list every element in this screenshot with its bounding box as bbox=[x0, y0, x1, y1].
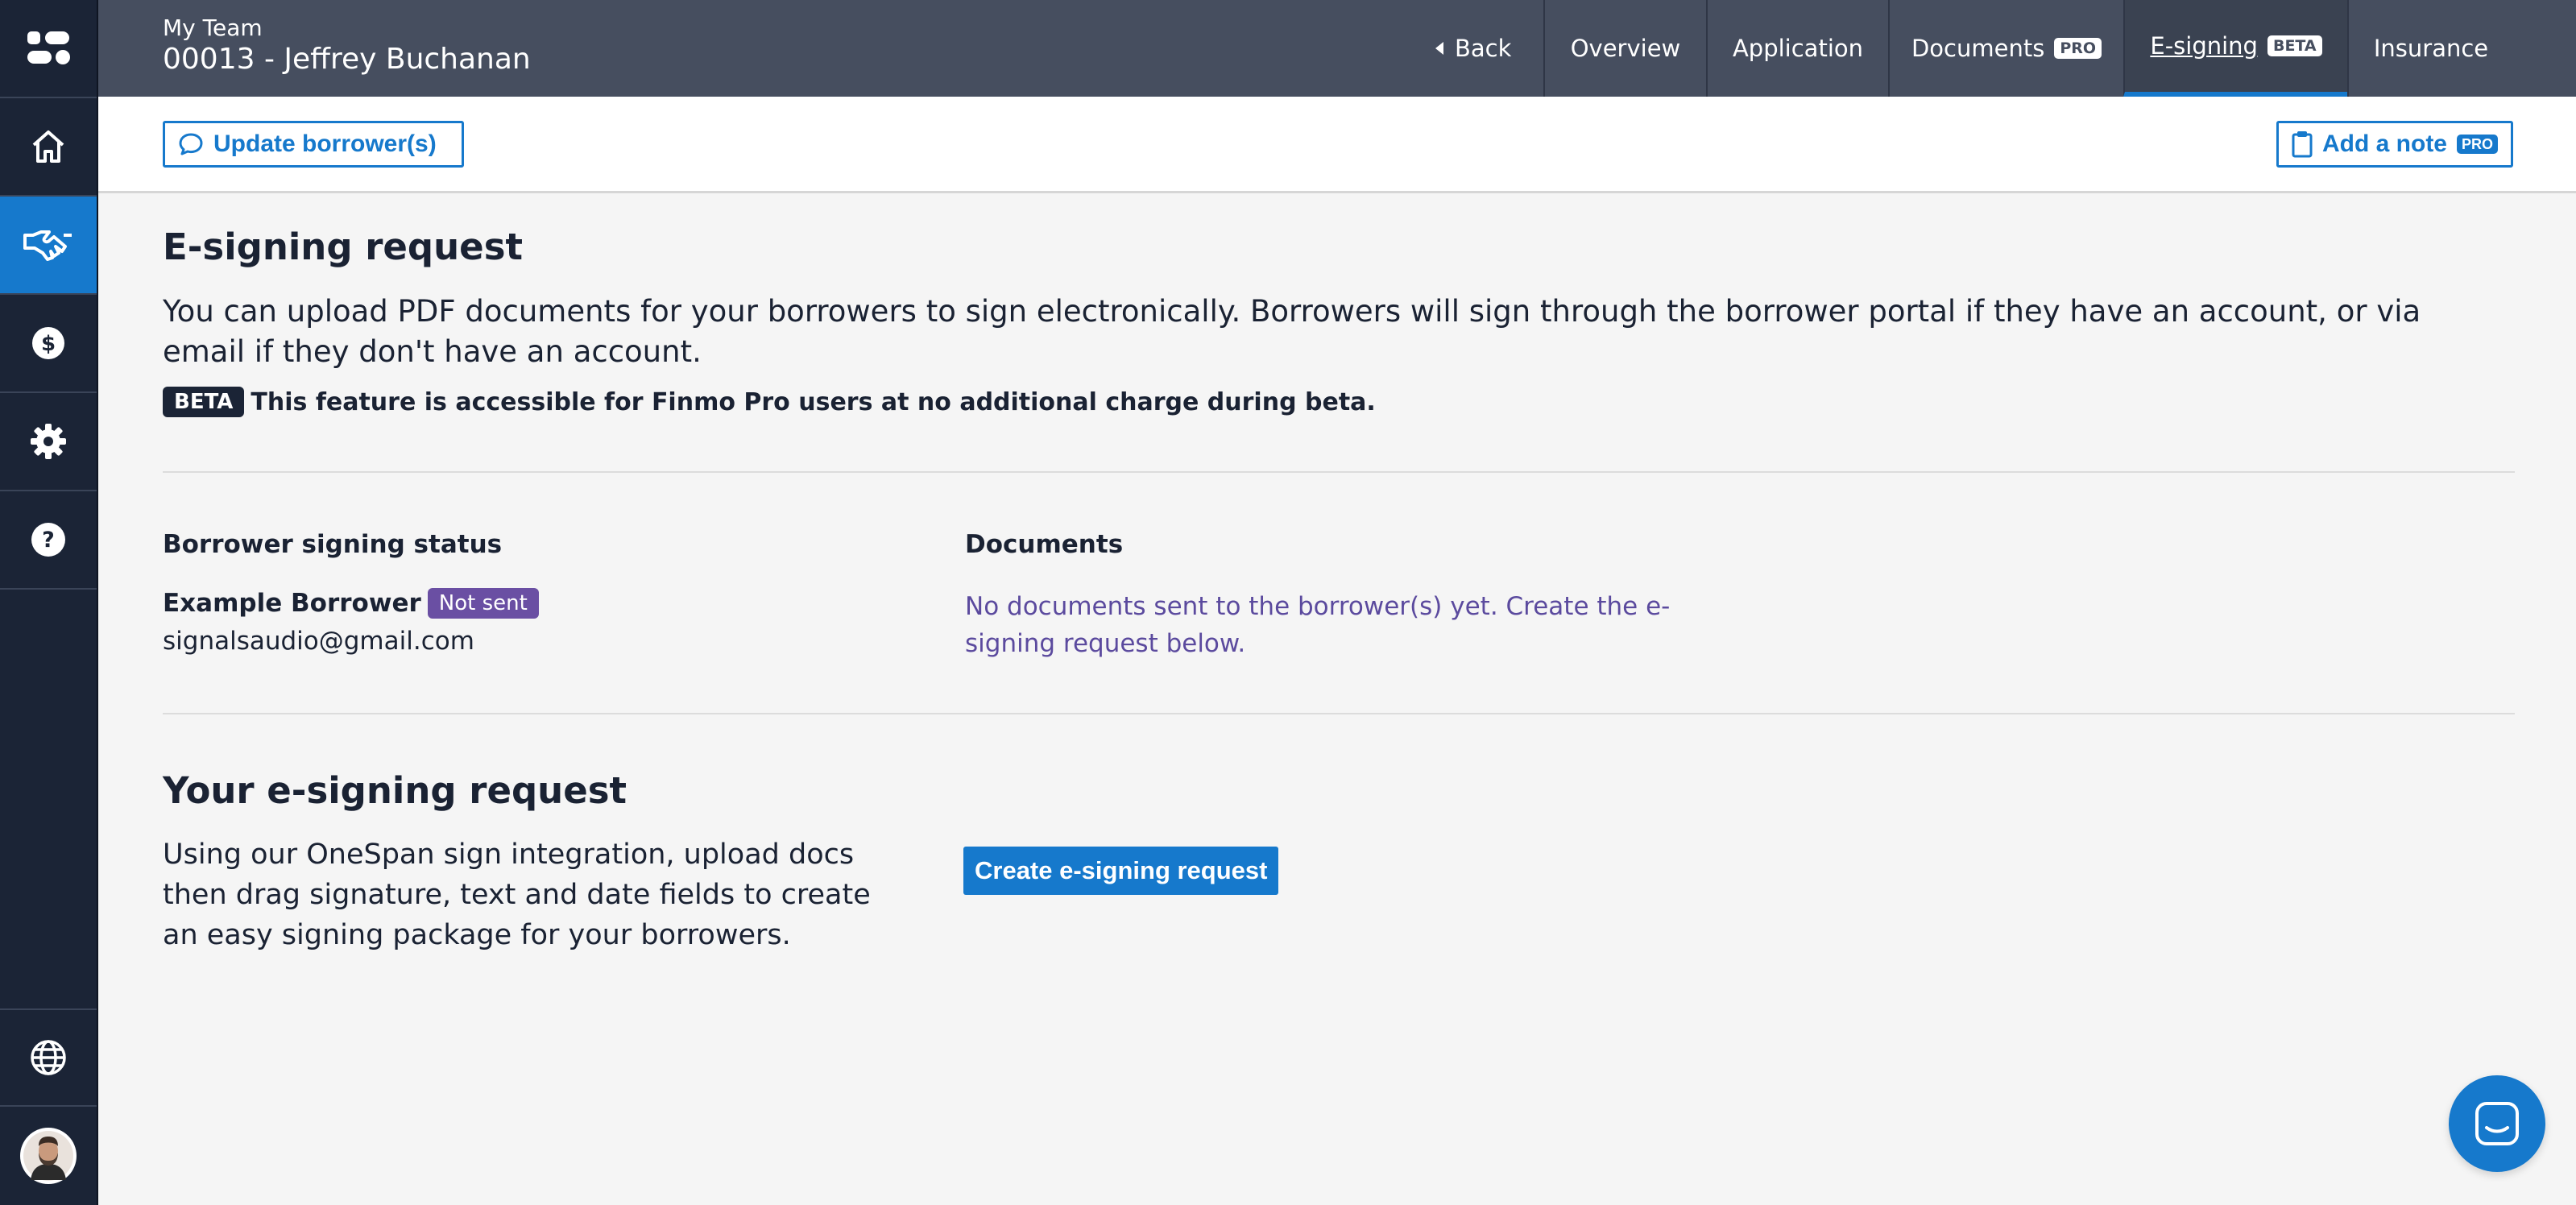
pro-badge: PRO bbox=[2054, 38, 2102, 59]
help-icon: ? bbox=[31, 523, 65, 557]
comment-icon bbox=[179, 133, 203, 155]
page-title: E-signing request bbox=[163, 226, 523, 268]
logo-icon bbox=[27, 31, 70, 64]
divider bbox=[163, 471, 2515, 473]
svg-text:$: $ bbox=[41, 332, 56, 356]
create-esigning-request-button[interactable]: Create e-signing request bbox=[963, 847, 1279, 895]
tab-application[interactable]: Application bbox=[1706, 0, 1888, 97]
back-arrow-icon bbox=[1435, 42, 1443, 55]
pro-badge: PRO bbox=[2456, 135, 2498, 154]
tab-documents[interactable]: Documents PRO bbox=[1888, 0, 2123, 97]
intro-text: You can upload PDF documents for your bo… bbox=[163, 294, 2421, 369]
borrower-name: Example Borrower bbox=[163, 589, 421, 618]
beta-notice: BETA This feature is accessible for Finm… bbox=[163, 387, 1376, 417]
tab-insurance[interactable]: Insurance bbox=[2347, 0, 2513, 97]
sidebar-item-finance[interactable]: $ bbox=[0, 295, 97, 393]
request-title: Your e-signing request bbox=[163, 769, 627, 812]
chat-icon bbox=[2475, 1102, 2519, 1145]
tab-label: Documents bbox=[1911, 35, 2045, 62]
back-label: Back bbox=[1455, 35, 1512, 62]
request-description: Using our OneSpan sign integration, uplo… bbox=[163, 839, 871, 951]
chat-launcher-button[interactable] bbox=[2449, 1075, 2545, 1172]
dollar-icon: $ bbox=[32, 327, 64, 359]
deal-header: My Team 00013 - Jeffrey Buchanan bbox=[163, 14, 531, 77]
svg-text:?: ? bbox=[42, 528, 55, 553]
sidebar-item-deals[interactable] bbox=[0, 197, 97, 295]
sidebar-item-settings[interactable] bbox=[0, 393, 97, 491]
sidebar-item-language[interactable] bbox=[0, 1008, 97, 1107]
back-button[interactable]: Back bbox=[1435, 0, 1511, 97]
tab-label: Overview bbox=[1570, 35, 1681, 62]
add-note-button[interactable]: Add a note PRO bbox=[2276, 121, 2513, 168]
sidebar-item-logo[interactable] bbox=[0, 0, 97, 98]
documents-empty-message: No documents sent to the borrower(s) yet… bbox=[965, 592, 1671, 658]
update-borrowers-button[interactable]: Update borrower(s) bbox=[163, 121, 464, 168]
sidebar: $ ? bbox=[0, 0, 98, 1205]
status-badge: Not sent bbox=[427, 588, 539, 619]
globe-icon bbox=[31, 1040, 66, 1075]
beta-note: This feature is accessible for Finmo Pro… bbox=[251, 387, 1376, 416]
beta-badge: BETA bbox=[163, 387, 245, 417]
avatar bbox=[20, 1128, 77, 1184]
sidebar-item-profile[interactable] bbox=[0, 1107, 97, 1205]
beta-badge: BETA bbox=[2267, 35, 2322, 56]
divider bbox=[163, 713, 2515, 714]
borrower-row: Example Borrower Not sent bbox=[163, 588, 539, 619]
handshake-icon bbox=[23, 230, 72, 261]
tab-e-signing[interactable]: E-signing BETA bbox=[2123, 0, 2347, 97]
top-bar: My Team 00013 - Jeffrey Buchanan Back Ov… bbox=[98, 0, 2576, 97]
home-icon bbox=[32, 130, 64, 163]
update-borrowers-label: Update borrower(s) bbox=[213, 130, 437, 157]
borrower-email: signalsaudio@gmail.com bbox=[163, 627, 474, 656]
sidebar-item-home[interactable] bbox=[0, 98, 97, 197]
documents-heading: Documents bbox=[965, 530, 1124, 559]
team-label: My Team bbox=[163, 14, 263, 41]
tab-label: E-signing bbox=[2150, 32, 2258, 60]
add-note-label: Add a note bbox=[2322, 130, 2447, 157]
action-bar: Update borrower(s) Add a note PRO bbox=[98, 97, 2576, 193]
clipboard-icon bbox=[2292, 131, 2313, 158]
borrower-status-heading: Borrower signing status bbox=[163, 530, 503, 559]
tab-label: Insurance bbox=[2373, 35, 2489, 62]
deal-title: 00013 - Jeffrey Buchanan bbox=[163, 43, 531, 76]
sidebar-item-help[interactable]: ? bbox=[0, 491, 97, 590]
gear-icon bbox=[31, 424, 66, 459]
tab-label: Application bbox=[1732, 35, 1864, 62]
tab-overview[interactable]: Overview bbox=[1543, 0, 1706, 97]
